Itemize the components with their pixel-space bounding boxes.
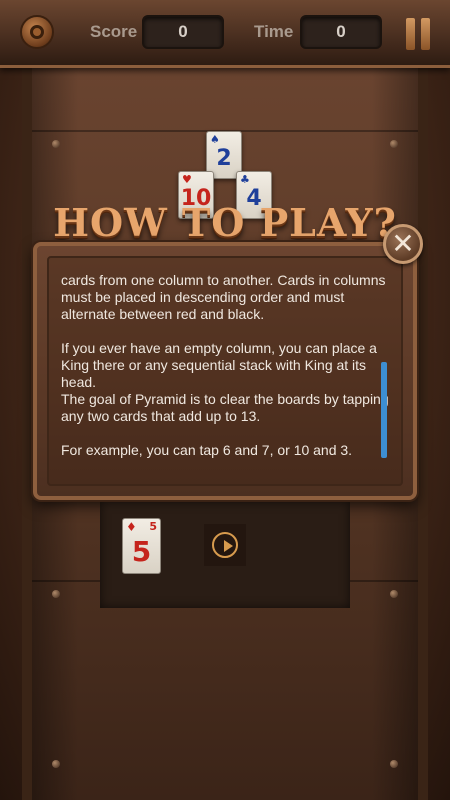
card-corner-rank: 5	[149, 520, 157, 533]
scrollbar[interactable]	[381, 362, 387, 458]
demo-area: ♦ 5 5	[100, 502, 350, 608]
play-icon	[212, 532, 238, 558]
card-suit: ♣	[240, 173, 250, 186]
how-to-play-dialog: cards from one column to another. Cards …	[33, 242, 417, 500]
score-value: 0	[142, 15, 224, 49]
help-paragraph: The goal of Pyramid is to clear the boar…	[61, 391, 389, 424]
card-suit: ♥	[182, 173, 192, 186]
close-icon: ✕	[391, 227, 415, 260]
rivet	[390, 590, 398, 598]
gear-icon	[30, 25, 44, 39]
rivet	[390, 760, 398, 768]
demo-card: ♦ 5 5	[122, 518, 161, 574]
score-label: Score	[90, 22, 138, 41]
card-suit: ♦	[126, 520, 137, 534]
rivet	[52, 760, 60, 768]
top-bar: Score 0 Time 0	[0, 0, 450, 68]
card-suit: ♠	[210, 133, 220, 146]
dialog-title: HOW TO PLAY?	[53, 200, 397, 245]
rivet	[52, 140, 60, 148]
help-text-area[interactable]: cards from one column to another. Cards …	[47, 256, 403, 486]
help-paragraph: If you ever have an empty column, you ca…	[61, 340, 377, 390]
help-text: cards from one column to another. Cards …	[61, 272, 391, 476]
time-label: Time	[254, 22, 294, 41]
rivet	[390, 140, 398, 148]
pause-button[interactable]	[404, 18, 434, 50]
rivet	[52, 590, 60, 598]
pause-icon	[406, 18, 415, 50]
close-button[interactable]: ✕	[383, 224, 423, 264]
pause-icon-bar	[421, 18, 430, 50]
settings-button[interactable]	[20, 15, 54, 49]
play-triangle	[224, 540, 233, 552]
help-paragraph: cards from one column to another. Cards …	[61, 272, 386, 322]
time-value: 0	[300, 15, 382, 49]
play-button[interactable]	[204, 524, 246, 566]
help-paragraph: For example, you can tap 6 and 7, or 10 …	[61, 442, 353, 458]
